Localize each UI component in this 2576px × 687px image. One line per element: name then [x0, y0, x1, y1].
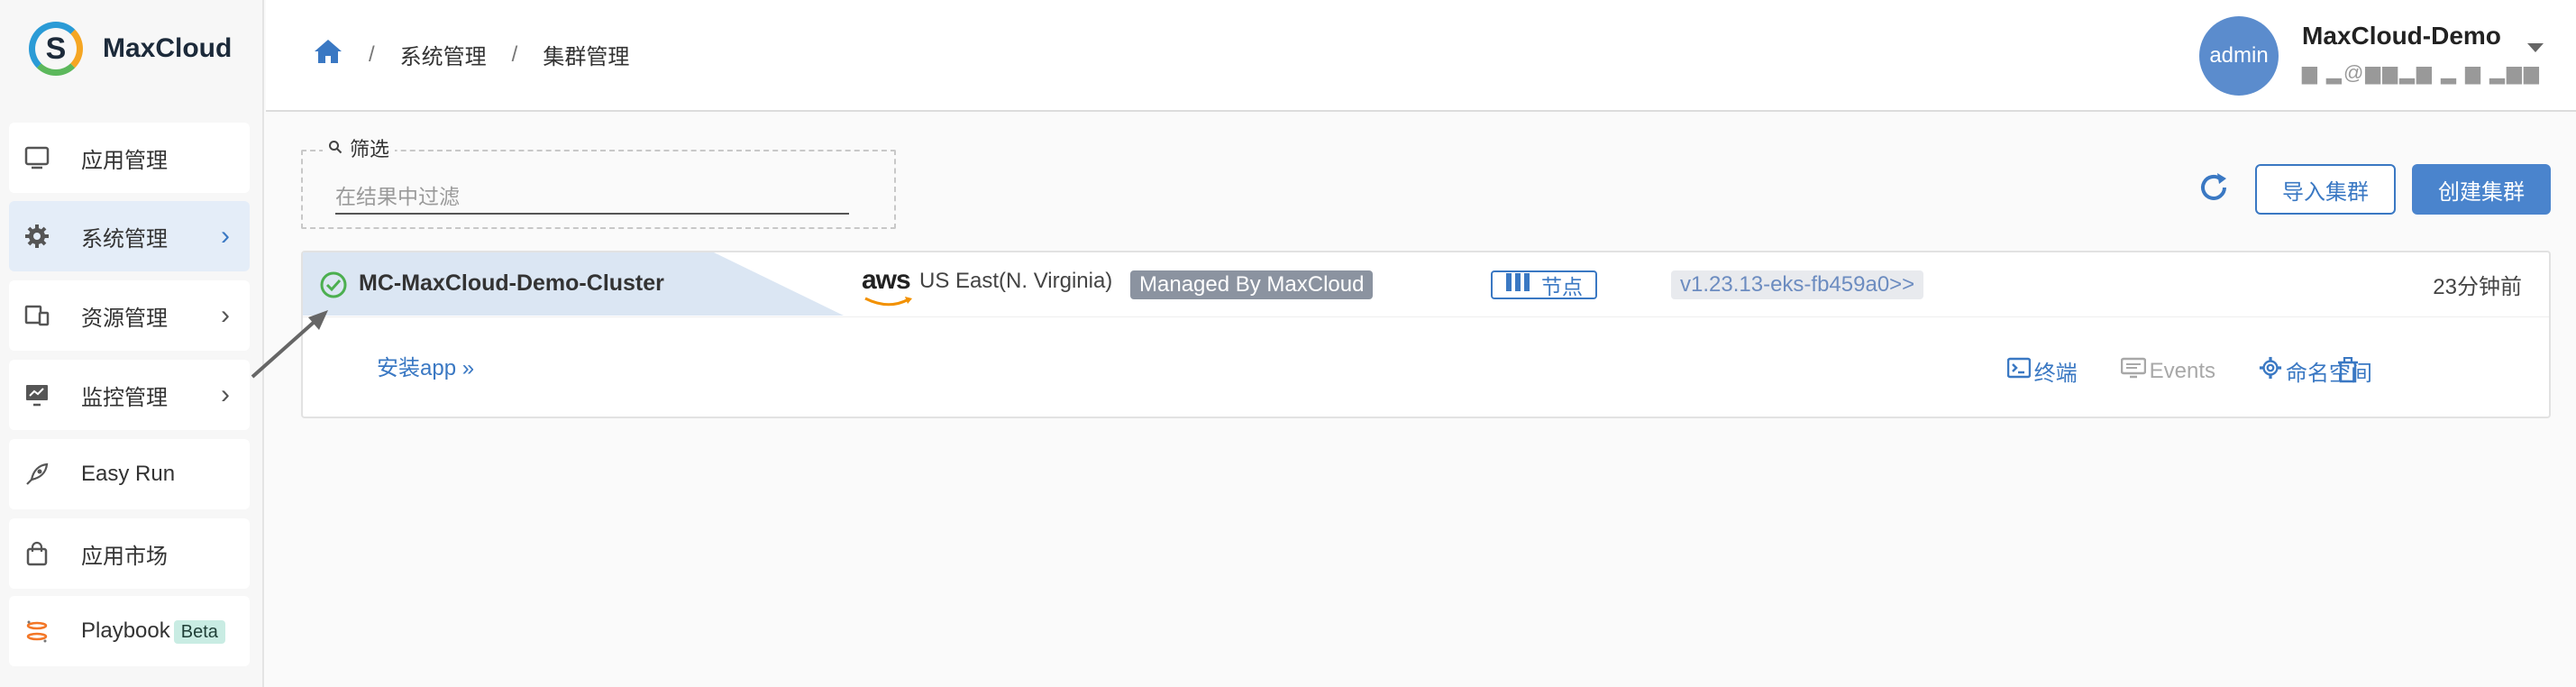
- shopping-bag-icon: [23, 540, 50, 567]
- chevron-right-icon: ›: [221, 221, 230, 251]
- terminal-button[interactable]: 终端: [2006, 355, 2078, 387]
- events-button[interactable]: Events: [2120, 357, 2215, 385]
- nodes-icon: [1505, 272, 1530, 298]
- sidebar-item-easy-run[interactable]: Easy Run: [9, 439, 250, 509]
- cluster-name[interactable]: MC-MaxCloud-Demo-Cluster: [359, 270, 664, 297]
- sidebar-item-monitoring[interactable]: 监控管理 ›: [9, 360, 250, 430]
- user-name: MaxCloud-Demo: [2302, 22, 2501, 50]
- sidebar-item-label: Easy Run: [81, 462, 176, 486]
- terminal-label: 终端: [2033, 362, 2078, 386]
- logo[interactable]: S MaxCloud: [29, 22, 232, 76]
- sidebar-item-playbook[interactable]: Playbook Beta: [9, 596, 250, 666]
- annotation-arrow-icon: [251, 310, 328, 379]
- import-cluster-button[interactable]: 导入集群: [2255, 164, 2396, 215]
- create-cluster-button[interactable]: 创建集群: [2412, 164, 2551, 215]
- cluster-card: MC-MaxCloud-Demo-Cluster aws US East(N. …: [301, 251, 2551, 418]
- gear-icon: [2259, 356, 2282, 386]
- avatar: admin: [2199, 16, 2279, 96]
- cluster-age: 23分钟前: [2433, 275, 2522, 299]
- managed-badge: Managed By MaxCloud: [1130, 270, 1374, 299]
- gear-icon: [23, 223, 50, 250]
- delete-icon[interactable]: [2336, 356, 2360, 384]
- sidebar-item-label: 监控管理: [81, 385, 168, 410]
- filter-input[interactable]: [335, 180, 849, 215]
- breadcrumb: / 系统管理 / 集群管理: [313, 38, 629, 71]
- filter-legend: 筛选: [323, 133, 396, 162]
- devices-icon: [23, 302, 50, 329]
- user-email: ▆ ▂@▆▆▂▆ ▂ ▆ ▂▆▆: [2302, 61, 2541, 84]
- sidebar: S MaxCloud 应用管理 系统管理 › 资源管理 › 监控管理 › Eas…: [0, 0, 264, 687]
- top-header: / 系统管理 / 集群管理 admin MaxCloud-Demo ▆ ▂@▆▆…: [266, 0, 2576, 112]
- user-menu[interactable]: admin MaxCloud-Demo ▆ ▂@▆▆▂▆ ▂ ▆ ▂▆▆: [2197, 16, 2576, 97]
- beta-badge: Beta: [173, 620, 225, 644]
- refresh-icon[interactable]: [2196, 169, 2232, 206]
- cluster-version[interactable]: v1.23.13-eks-fb459a0>>: [1671, 270, 1924, 299]
- sidebar-item-app-market[interactable]: 应用市场: [9, 518, 250, 589]
- cluster-header-row: MC-MaxCloud-Demo-Cluster aws US East(N. …: [303, 252, 2549, 317]
- aws-logo: aws: [862, 265, 911, 295]
- home-icon[interactable]: [313, 38, 343, 71]
- sidebar-item-label: 应用管理: [81, 148, 168, 173]
- cluster-region: US East(N. Virginia): [919, 269, 1113, 293]
- breadcrumb-system-management[interactable]: 系统管理: [400, 39, 487, 70]
- monitor-chart-icon: [23, 381, 50, 408]
- jupyter-icon: [23, 618, 50, 645]
- cluster-actions: 终端 Events 命名空间: [2006, 355, 2372, 387]
- breadcrumb-separator: /: [511, 41, 518, 67]
- sidebar-item-resource-management[interactable]: 资源管理 ›: [9, 280, 250, 351]
- sidebar-item-app-management[interactable]: 应用管理: [9, 123, 250, 193]
- terminal-icon: [2006, 357, 2031, 385]
- monitor-icon: [23, 144, 50, 171]
- status-ok-icon: [319, 270, 348, 299]
- filter-label: 筛选: [350, 138, 390, 160]
- chevron-right-icon: ›: [221, 380, 230, 409]
- search-icon: [328, 136, 343, 160]
- brand-name: MaxCloud: [103, 33, 233, 63]
- sidebar-item-label: 系统管理: [81, 226, 168, 252]
- filter-box: 筛选: [301, 133, 896, 229]
- chevron-right-icon: ›: [221, 300, 230, 330]
- install-app-link[interactable]: 安装app »: [377, 350, 474, 381]
- nodes-button[interactable]: 节点: [1491, 270, 1597, 299]
- aws-smile-icon: [864, 297, 912, 307]
- sidebar-item-label: Playbook Beta: [81, 618, 225, 644]
- sidebar-item-system-management[interactable]: 系统管理 ›: [9, 201, 250, 271]
- breadcrumb-separator: /: [369, 41, 375, 67]
- events-label: Events: [2149, 358, 2215, 383]
- rocket-icon: [23, 461, 50, 488]
- sidebar-item-label: 资源管理: [81, 306, 168, 331]
- events-icon: [2120, 357, 2146, 385]
- breadcrumb-cluster-management: 集群管理: [543, 45, 630, 69]
- nodes-label: 节点: [1541, 275, 1583, 298]
- sidebar-item-label: 应用市场: [81, 544, 168, 569]
- logo-icon: S: [29, 22, 83, 76]
- caret-down-icon[interactable]: [2527, 43, 2544, 52]
